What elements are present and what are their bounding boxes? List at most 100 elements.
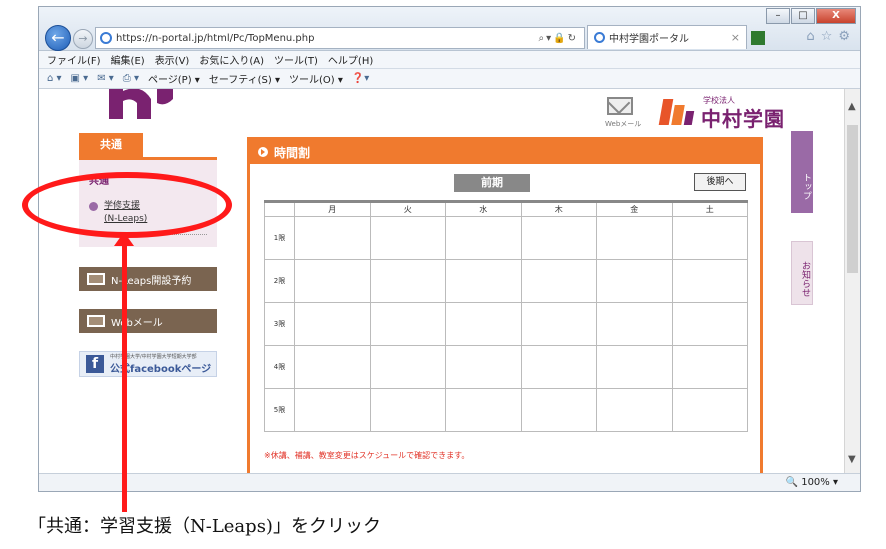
timetable-cell[interactable] <box>294 216 371 260</box>
forward-button[interactable]: → <box>73 29 93 49</box>
vertical-scrollbar[interactable]: ▲ ▼ <box>844 89 860 473</box>
tab-favicon-icon <box>594 32 605 43</box>
browser-right-icons: ⌂ ☆ ⚙ <box>806 29 850 44</box>
cmd-tools[interactable]: ツール(O) ▾ <box>289 71 343 86</box>
day-header: 金 <box>596 200 673 217</box>
timetable-cell[interactable] <box>596 216 673 260</box>
zoom-level[interactable]: 🔍 100% ▾ <box>786 477 838 488</box>
timetable-cell[interactable] <box>369 345 446 389</box>
tab-close-icon[interactable]: × <box>731 31 740 44</box>
webmail-envelope-icon[interactable] <box>607 97 633 115</box>
menu-view[interactable]: 表示(V) <box>155 52 190 67</box>
day-header: 火 <box>369 200 446 217</box>
webmail-button[interactable]: Webメール <box>79 309 217 333</box>
table-row: 1限 <box>264 216 748 260</box>
timetable-cell[interactable] <box>445 388 522 432</box>
menu-favorites[interactable]: お気に入り(A) <box>199 52 264 67</box>
timetable-cell[interactable] <box>520 388 597 432</box>
home-cmd-icon[interactable]: ⌂ ▾ <box>47 73 62 84</box>
timetable-cell[interactable] <box>445 345 522 389</box>
timetable-cell[interactable] <box>671 345 748 389</box>
term-label: 前期 <box>454 174 530 192</box>
day-header: 土 <box>671 200 748 217</box>
period-label: 1限 <box>264 216 295 260</box>
timetable-cell[interactable] <box>671 388 748 432</box>
timetable-cell[interactable] <box>671 259 748 303</box>
mail-icon <box>87 315 105 327</box>
table-row: 3限 <box>264 302 748 346</box>
menu-bar: ファイル(F) 編集(E) 表示(V) お気に入り(A) ツール(T) ヘルプ(… <box>39 51 860 69</box>
annotation-arrow-line <box>122 236 127 512</box>
webmail-header-label[interactable]: Webメール <box>605 119 641 129</box>
address-tools-icon[interactable]: ⌕▾🔒↻ <box>539 33 578 44</box>
menu-tools[interactable]: ツール(T) <box>274 52 318 67</box>
timetable-cell[interactable] <box>596 259 673 303</box>
address-bar[interactable]: https://n-portal.jp/html/Pc/TopMenu.php … <box>95 27 585 49</box>
browser-title-bar: – □ X ← → https://n-portal.jp/html/Pc/To… <box>39 7 860 51</box>
timetable-cell[interactable] <box>596 302 673 346</box>
mail-cmd-icon[interactable]: ✉ ▾ <box>97 73 114 84</box>
menu-edit[interactable]: 編集(E) <box>111 52 145 67</box>
back-button[interactable]: ← <box>45 25 71 51</box>
timetable-cell[interactable] <box>369 216 446 260</box>
window-controls: – □ X <box>766 8 856 24</box>
timetable-cell[interactable] <box>520 216 597 260</box>
timetable-cell[interactable] <box>369 259 446 303</box>
close-button[interactable]: X <box>816 8 856 24</box>
later-term-button[interactable]: 後期へ <box>694 173 746 191</box>
period-label: 2限 <box>264 259 295 303</box>
cmd-safety[interactable]: セーフティ(S) ▾ <box>209 71 280 86</box>
timetable-cell[interactable] <box>671 216 748 260</box>
minimize-button[interactable]: – <box>766 8 790 24</box>
timetable-cell[interactable] <box>445 216 522 260</box>
favorites-star-icon[interactable]: ☆ <box>821 29 833 44</box>
timetable-cell[interactable] <box>445 259 522 303</box>
new-tab-button[interactable] <box>751 31 765 45</box>
timetable-cell[interactable] <box>294 345 371 389</box>
timetable-grid: 月 火 水 木 金 土 1限 2限 3限 4限 5限 <box>264 200 748 432</box>
scroll-up-icon[interactable]: ▲ <box>848 101 856 112</box>
timetable-cell[interactable] <box>520 345 597 389</box>
timetable-panel: 時間割 前期 後期へ 月 火 水 木 金 土 1限 2限 3限 4限 5限 ※休… <box>247 137 763 473</box>
feeds-icon[interactable]: ▣ ▾ <box>71 73 89 84</box>
tab-portal[interactable]: 中村学園ポータル × <box>587 25 747 49</box>
home-icon[interactable]: ⌂ <box>806 29 814 44</box>
status-bar: 🔍 100% ▾ <box>39 473 860 491</box>
timetable-cell[interactable] <box>294 302 371 346</box>
instruction-caption: 「共通：学習支援（N-Leaps)」をクリック <box>28 516 381 537</box>
timetable-cell[interactable] <box>596 345 673 389</box>
period-label: 3限 <box>264 302 295 346</box>
timetable-cell[interactable] <box>520 259 597 303</box>
settings-gear-icon[interactable]: ⚙ <box>838 29 850 44</box>
school-logo-icon <box>658 99 695 127</box>
scrollbar-thumb[interactable] <box>847 125 858 273</box>
menu-help[interactable]: ヘルプ(H) <box>328 52 373 67</box>
day-header: 水 <box>445 200 522 217</box>
timetable-cell[interactable] <box>294 388 371 432</box>
timetable-cell[interactable] <box>294 259 371 303</box>
table-row: 4限 <box>264 345 748 389</box>
cmd-page[interactable]: ページ(P) ▾ <box>148 71 200 86</box>
portal-logo-icon <box>109 89 173 119</box>
timetable-cell[interactable] <box>445 302 522 346</box>
maximize-button[interactable]: □ <box>791 8 815 24</box>
timetable-cell[interactable] <box>520 302 597 346</box>
period-label: 4限 <box>264 345 295 389</box>
left-tab-common[interactable]: 共通 <box>79 133 143 157</box>
folder-icon <box>87 273 105 285</box>
timetable-cell[interactable] <box>671 302 748 346</box>
day-header: 木 <box>520 200 597 217</box>
help-icon[interactable]: ❓▾ <box>352 73 369 84</box>
facebook-banner[interactable]: f 中村学園大学/中村学園大学短期大学部 公式facebookページ <box>79 351 217 377</box>
menu-file[interactable]: ファイル(F) <box>47 52 101 67</box>
side-tab-top[interactable]: トップ <box>791 131 813 213</box>
print-icon[interactable]: ⎙ ▾ <box>123 73 139 84</box>
nleaps-reservation-button[interactable]: N-Leaps開設予約 <box>79 267 217 291</box>
side-tab-news[interactable]: お知らせ <box>791 241 813 305</box>
timetable-cell[interactable] <box>369 302 446 346</box>
timetable-cell[interactable] <box>369 388 446 432</box>
scroll-down-icon[interactable]: ▼ <box>848 454 856 465</box>
timetable-cell[interactable] <box>596 388 673 432</box>
period-label: 5限 <box>264 388 295 432</box>
timetable-header: 時間割 <box>250 140 760 164</box>
